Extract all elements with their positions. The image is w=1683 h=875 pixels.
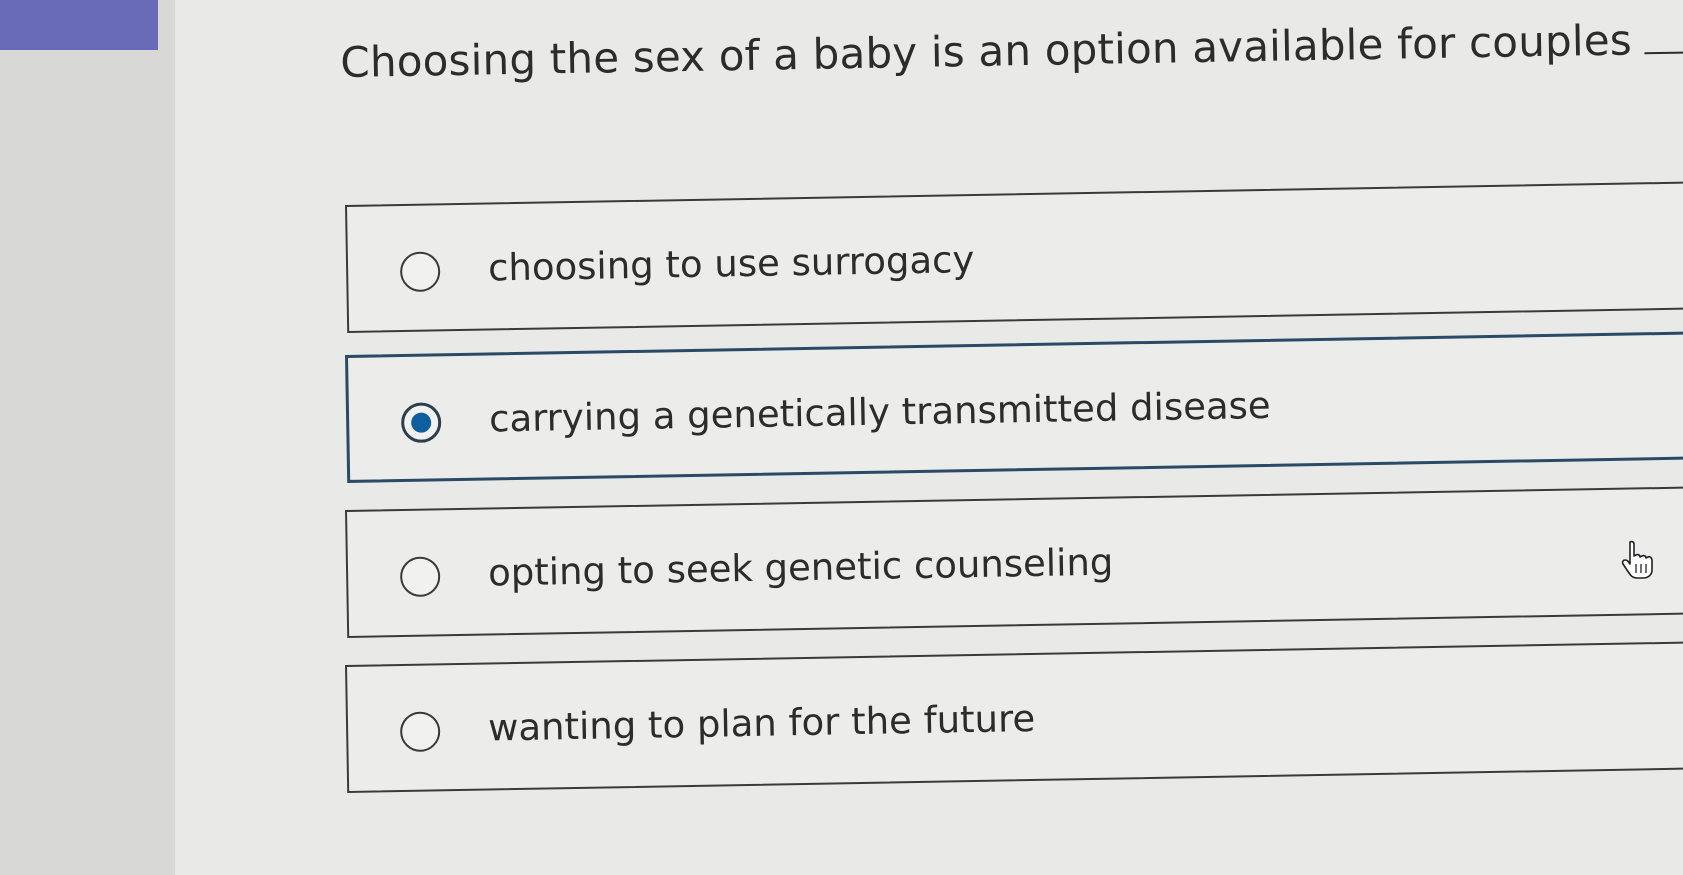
left-sidebar [0,0,176,875]
option-genetic-counseling[interactable]: opting to seek genetic counseling [345,485,1683,638]
answer-blank [1643,24,1683,55]
option-label: wanting to plan for the future [487,696,1036,750]
accent-block [0,0,158,50]
radio-selected-dot [411,412,432,433]
option-label: opting to seek genetic counseling [487,540,1114,595]
radio-button-unselected[interactable] [399,556,441,598]
option-choosing-surrogacy[interactable]: choosing to use surrogacy [345,180,1683,333]
hand-pointer-icon [1621,540,1653,579]
option-genetic-disease[interactable]: carrying a genetically transmitted disea… [345,330,1683,483]
radio-button-unselected[interactable] [399,251,441,293]
radio-button-unselected[interactable] [399,711,441,753]
page: Choosing the sex of a baby is an option … [0,0,1683,875]
option-plan-future[interactable]: wanting to plan for the future [345,640,1683,793]
option-label: choosing to use surrogacy [487,238,975,290]
radio-button-selected[interactable] [400,402,442,444]
option-label: carrying a genetically transmitted disea… [488,383,1271,441]
